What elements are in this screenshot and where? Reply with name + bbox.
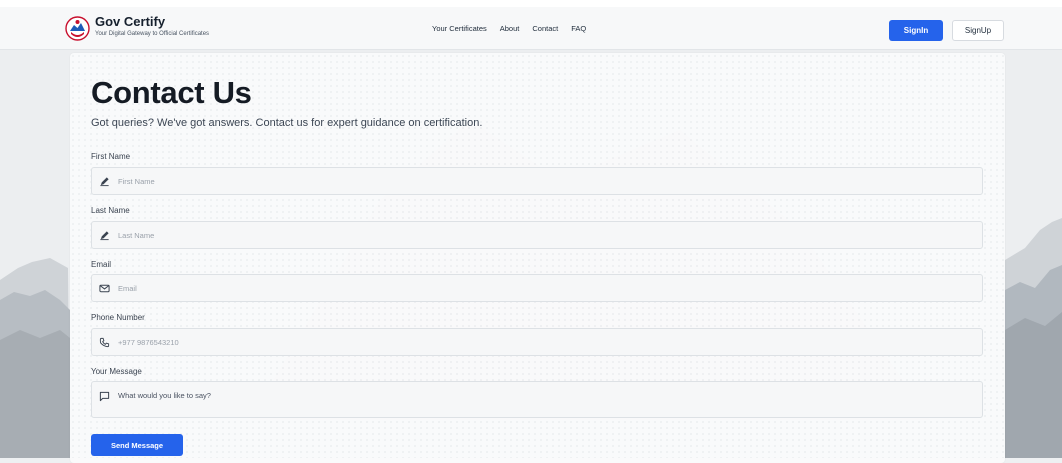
last-name-label: Last Name (91, 206, 130, 215)
message-textarea[interactable] (118, 391, 968, 415)
nav-about[interactable]: About (500, 24, 520, 33)
nav-faq[interactable]: FAQ (571, 24, 586, 33)
pencil-icon (100, 177, 109, 187)
top-strip (0, 0, 1062, 7)
email-label: Email (91, 260, 112, 269)
nav-your-certificates[interactable]: Your Certificates (432, 24, 487, 33)
phone-field[interactable] (91, 328, 983, 356)
last-name-input[interactable] (118, 222, 968, 248)
pencil-icon (100, 231, 109, 241)
gov-emblem-logo (65, 16, 90, 41)
page-title: Contact Us (91, 75, 252, 110)
page-subtitle: Got queries? We've got answers. Contact … (91, 117, 483, 129)
message-label: Your Message (91, 367, 142, 376)
last-name-field[interactable] (91, 221, 983, 249)
message-field[interactable] (91, 381, 983, 418)
brand-subtitle: Your Digital Gateway to Official Certifi… (95, 31, 210, 37)
brand-title[interactable]: Gov Certify (95, 14, 165, 29)
signin-button[interactable]: SignIn (889, 20, 943, 41)
navbar: Gov Certify Your Digital Gateway to Offi… (0, 7, 1062, 50)
first-name-input[interactable] (118, 168, 968, 194)
envelope-icon (99, 284, 110, 293)
phone-input[interactable] (118, 329, 968, 355)
email-input[interactable] (118, 275, 968, 301)
contact-card: Contact Us Got queries? We've got answer… (70, 53, 1005, 463)
phone-icon (99, 337, 110, 348)
nav-links: Your Certificates About Contact FAQ (432, 24, 586, 33)
first-name-label: First Name (91, 152, 131, 161)
phone-label: Phone Number (91, 313, 145, 322)
email-field[interactable] (91, 274, 983, 302)
signup-button[interactable]: SignUp (952, 20, 1004, 41)
send-message-button[interactable]: Send Message (91, 434, 183, 456)
first-name-field[interactable] (91, 167, 983, 195)
chat-bubble-icon (99, 391, 110, 402)
nav-contact[interactable]: Contact (532, 24, 558, 33)
